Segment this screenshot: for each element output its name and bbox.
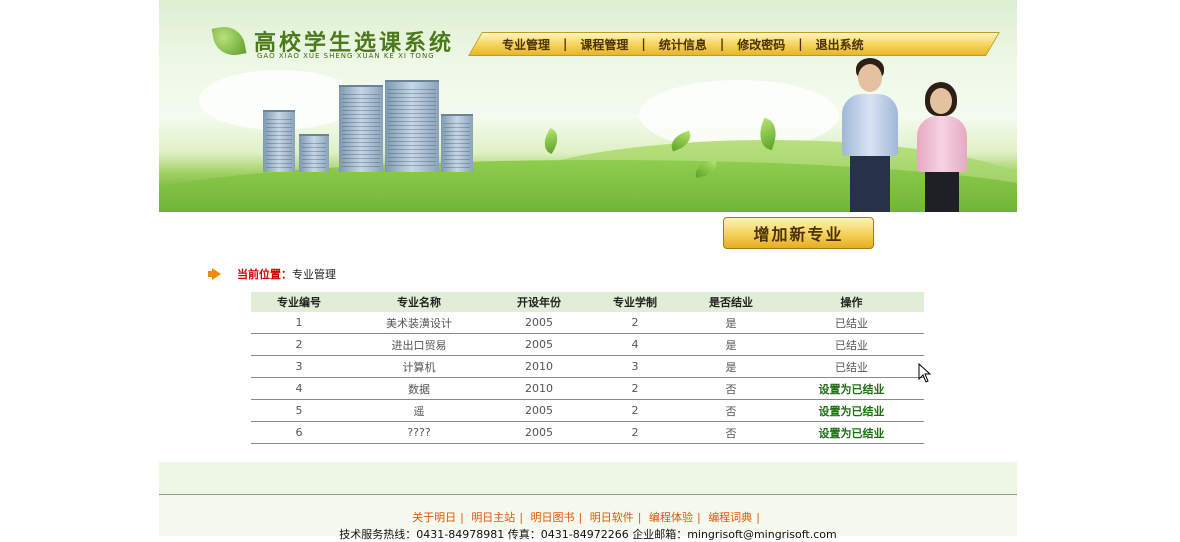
system-subtitle: GAO XIAO XUE SHENG XUAN KE XI TONG: [257, 52, 435, 60]
leaf-logo-icon: [211, 23, 247, 59]
cell-name: 美术装潢设计: [347, 312, 491, 334]
nav-item-change-password[interactable]: 修改密码: [724, 36, 798, 53]
footer-separator: |: [756, 511, 760, 524]
cell-status-text: 已结业: [779, 355, 924, 378]
table-row: 3 计算机 2010 3 是 已结业: [251, 355, 924, 378]
cell-id: 2: [251, 333, 347, 356]
major-table: 专业编号 专业名称 开设年份 专业学制 是否结业 操作 1 美术装潢设计 200…: [251, 292, 924, 444]
table-row: 1 美术装潢设计 2005 2 是 已结业: [251, 312, 924, 334]
student-boy-illustration: [834, 58, 904, 212]
footer-link-dictionary[interactable]: 编程词典: [708, 511, 752, 524]
cell-duration: 2: [587, 377, 683, 400]
header-banner: 高校学生选课系统 GAO XIAO XUE SHENG XUAN KE XI T…: [159, 0, 1017, 212]
cell-duration: 4: [587, 333, 683, 356]
cell-id: 5: [251, 399, 347, 422]
cell-name: 进出口贸易: [347, 333, 491, 356]
legs: [925, 172, 959, 212]
footer-contact: 技术服务热线：0431-84978981 传真：0431-84972266 企业…: [339, 528, 837, 541]
cell-graduated: 否: [683, 377, 779, 400]
building-decoration: [339, 85, 383, 172]
student-girl-illustration: [907, 82, 977, 212]
building-decoration: [441, 114, 473, 172]
head: [858, 64, 882, 92]
footer-separator: |: [637, 511, 642, 524]
cell-id: 4: [251, 377, 347, 400]
footer-link-programming[interactable]: 编程体验: [649, 511, 693, 524]
col-major-id: 专业编号: [251, 292, 347, 312]
cell-id: 6: [251, 421, 347, 444]
breadcrumb-current: 专业管理: [292, 268, 336, 281]
cell-year: 2005: [491, 312, 587, 334]
cell-graduated: 是: [683, 333, 779, 356]
footer: 关于明日 | 明日主站 | 明日图书 | 明日软件 | 编程体验 | 编程词典 | 技术服务…: [159, 495, 1017, 541]
cell-graduated: 是: [683, 312, 779, 334]
set-graduated-link[interactable]: 设置为已结业: [779, 421, 924, 444]
footer-separator: |: [519, 511, 524, 524]
cell-graduated: 否: [683, 399, 779, 422]
footer-link-books[interactable]: 明日图书: [531, 511, 575, 524]
col-graduated: 是否结业: [683, 292, 779, 312]
nav-item-statistics[interactable]: 统计信息: [646, 36, 720, 53]
torso: [917, 116, 967, 172]
cell-year: 2005: [491, 333, 587, 356]
col-action: 操作: [779, 292, 924, 312]
footer-separator: |: [696, 511, 701, 524]
cell-year: 2005: [491, 399, 587, 422]
cell-name: 数据: [347, 377, 491, 400]
cell-year: 2010: [491, 377, 587, 400]
footer-links: 关于明日 | 明日主站 | 明日图书 | 明日软件 | 编程体验 | 编程词典 |: [159, 509, 1017, 525]
col-major-name: 专业名称: [347, 292, 491, 312]
set-graduated-link[interactable]: 设置为已结业: [779, 399, 924, 422]
cell-status-text: 已结业: [779, 312, 924, 334]
set-graduated-link[interactable]: 设置为已结业: [779, 377, 924, 400]
footer-separator: |: [460, 511, 464, 524]
table-row: 4 数据 2010 2 否 设置为已结业: [251, 377, 924, 400]
footer-link-main-site[interactable]: 明日主站: [471, 511, 515, 524]
cell-year: 2010: [491, 355, 587, 378]
col-start-year: 开设年份: [491, 292, 587, 312]
footer-link-software[interactable]: 明日软件: [590, 511, 634, 524]
cell-duration: 2: [587, 312, 683, 334]
cell-year: 2005: [491, 421, 587, 444]
leaf-decoration: [539, 127, 563, 155]
add-major-button[interactable]: 增加新专业: [723, 217, 874, 249]
breadcrumb: 当前位置： 专业管理: [208, 266, 336, 282]
footer-separator: |: [578, 511, 583, 524]
cell-graduated: 是: [683, 355, 779, 378]
cell-duration: 3: [587, 355, 683, 378]
footer-nav-band: [159, 462, 1017, 495]
building-decoration: [385, 80, 439, 172]
legs: [850, 156, 890, 212]
table-row: 5 遥 2005 2 否 设置为已结业: [251, 399, 924, 422]
nav-item-course[interactable]: 课程管理: [567, 36, 641, 53]
torso: [842, 94, 898, 156]
cell-graduated: 否: [683, 421, 779, 444]
cell-id: 3: [251, 355, 347, 378]
cell-id: 1: [251, 312, 347, 334]
building-decoration: [263, 110, 295, 172]
footer-link-about[interactable]: 关于明日: [412, 511, 456, 524]
table-row: 2 进出口贸易 2005 4 是 已结业: [251, 333, 924, 356]
cell-name: 计算机: [347, 355, 491, 378]
nav-item-major[interactable]: 专业管理: [489, 36, 563, 53]
main-nav: 专业管理 | 课程管理 | 统计信息 | 修改密码 | 退出系统: [489, 32, 877, 56]
cell-duration: 2: [587, 421, 683, 444]
arrow-right-icon: [208, 268, 221, 280]
cell-name: 遥: [347, 399, 491, 422]
building-decoration: [299, 134, 329, 172]
col-duration: 专业学制: [587, 292, 683, 312]
table-row: 6 ???? 2005 2 否 设置为已结业: [251, 421, 924, 444]
cell-duration: 2: [587, 399, 683, 422]
cell-status-text: 已结业: [779, 333, 924, 356]
mouse-cursor-icon: [918, 363, 932, 383]
cell-name: ????: [347, 421, 491, 444]
breadcrumb-label: 当前位置：: [237, 268, 292, 281]
nav-item-logout[interactable]: 退出系统: [803, 36, 877, 53]
head: [930, 88, 952, 114]
table-header-row: 专业编号 专业名称 开设年份 专业学制 是否结业 操作: [251, 292, 924, 312]
